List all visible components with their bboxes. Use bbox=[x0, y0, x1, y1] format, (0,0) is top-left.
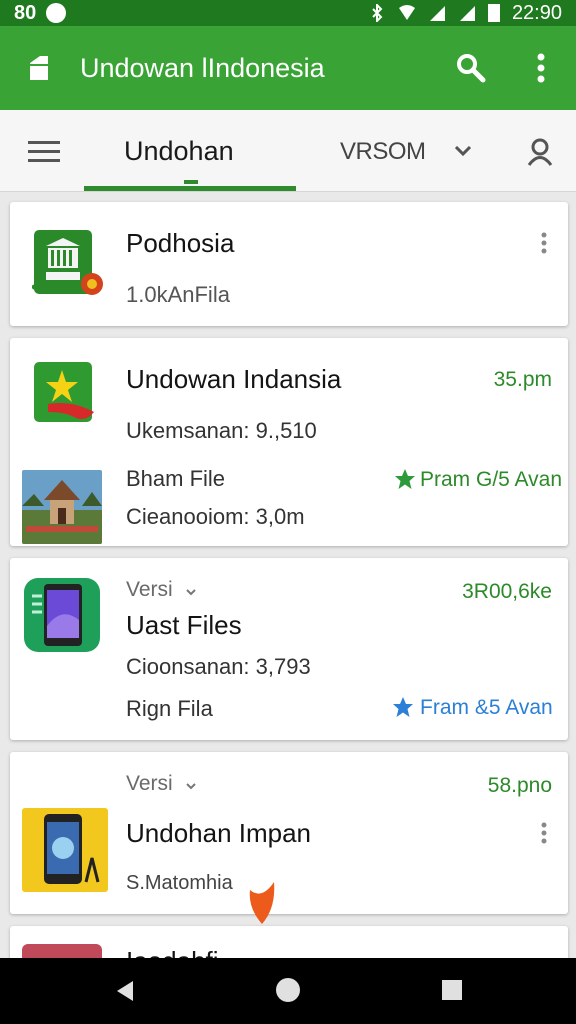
version-label: Versi bbox=[126, 578, 173, 601]
list-item[interactable]: Versi 3R00,6ke Uast Files Cioonsanan: 3,… bbox=[10, 558, 568, 740]
item-time: 35.pm bbox=[493, 368, 552, 391]
tab-indicator-mark bbox=[184, 180, 198, 184]
version-label: Versi bbox=[126, 772, 173, 795]
item-rating: Fram &5 Avan bbox=[420, 696, 553, 719]
touch-pointer-icon bbox=[249, 882, 275, 924]
home-icon[interactable] bbox=[276, 978, 300, 1002]
phone-app-icon bbox=[22, 808, 108, 892]
app-title: Undowan lIndonesia bbox=[80, 52, 325, 83]
star-icon bbox=[395, 469, 415, 489]
more-vert-icon[interactable] bbox=[534, 53, 548, 83]
app-bar: Undowan lIndonesia bbox=[0, 26, 576, 110]
notification-icon bbox=[46, 3, 67, 23]
back-icon[interactable] bbox=[114, 980, 136, 1002]
tab-bar: Undohan VRSOM bbox=[0, 110, 576, 192]
app-thumbnail-icon bbox=[32, 230, 103, 295]
chevron-down-icon[interactable] bbox=[186, 588, 196, 596]
signal-2-icon bbox=[459, 6, 475, 21]
item-detail: Ukemsanan: 9.,510 bbox=[126, 418, 317, 443]
version-select[interactable]: VRSOM bbox=[340, 138, 426, 166]
item-subtitle: 1.0kAnFila bbox=[126, 282, 230, 307]
list-item[interactable]: Versi 58.pno Undohan Impan S.Matomhia bbox=[10, 752, 568, 924]
star-icon bbox=[393, 697, 413, 717]
temple-photo bbox=[22, 470, 102, 544]
phone-app-icon bbox=[24, 578, 100, 652]
item-subtitle: S.Matomhia bbox=[126, 872, 233, 894]
recent-icon[interactable] bbox=[442, 980, 462, 1000]
battery-icon bbox=[487, 4, 500, 22]
app-thumbnail-icon bbox=[34, 362, 94, 422]
item-detail: Cioonsanan: 3,793 bbox=[126, 654, 311, 679]
item-title: Uast Files bbox=[126, 610, 242, 640]
menu-icon[interactable] bbox=[28, 140, 60, 162]
account-icon[interactable] bbox=[527, 138, 553, 166]
status-time: 22:90 bbox=[511, 1, 562, 24]
list-item[interactable]: Podhosia 1.0kAnFila bbox=[10, 202, 568, 326]
file-name: Bham File bbox=[126, 466, 226, 491]
navigation-bar bbox=[0, 958, 576, 1024]
file-detail: Cieanooiom: 3,0m bbox=[126, 504, 305, 529]
bluetooth-icon bbox=[372, 4, 383, 22]
tab-undohan[interactable]: Undohan bbox=[124, 136, 234, 167]
more-vert-icon[interactable] bbox=[540, 822, 548, 844]
status-left-text: 80 bbox=[14, 1, 37, 24]
item-size: 3R00,6ke bbox=[462, 580, 552, 603]
chevron-down-icon[interactable] bbox=[455, 146, 471, 156]
tab-indicator bbox=[84, 186, 296, 191]
status-bar: 80 22:90 bbox=[0, 0, 576, 26]
chevron-down-icon[interactable] bbox=[186, 782, 196, 790]
item-title: Podhosia bbox=[126, 228, 235, 258]
app-icon bbox=[30, 56, 48, 80]
wifi-icon bbox=[398, 5, 415, 20]
search-icon[interactable] bbox=[455, 52, 487, 84]
item-title: Undowan Indansia bbox=[126, 364, 342, 394]
list-item[interactable]: Undowan Indansia 35.pm Ukemsanan: 9.,510… bbox=[10, 338, 568, 546]
file-name: Rign Fila bbox=[126, 696, 213, 721]
item-time: 58.pno bbox=[487, 774, 552, 797]
item-title: Undohan Impan bbox=[126, 818, 312, 848]
item-rating: Pram G/5 Avan bbox=[420, 468, 563, 491]
signal-icon bbox=[429, 6, 445, 21]
more-vert-icon[interactable] bbox=[540, 232, 548, 254]
